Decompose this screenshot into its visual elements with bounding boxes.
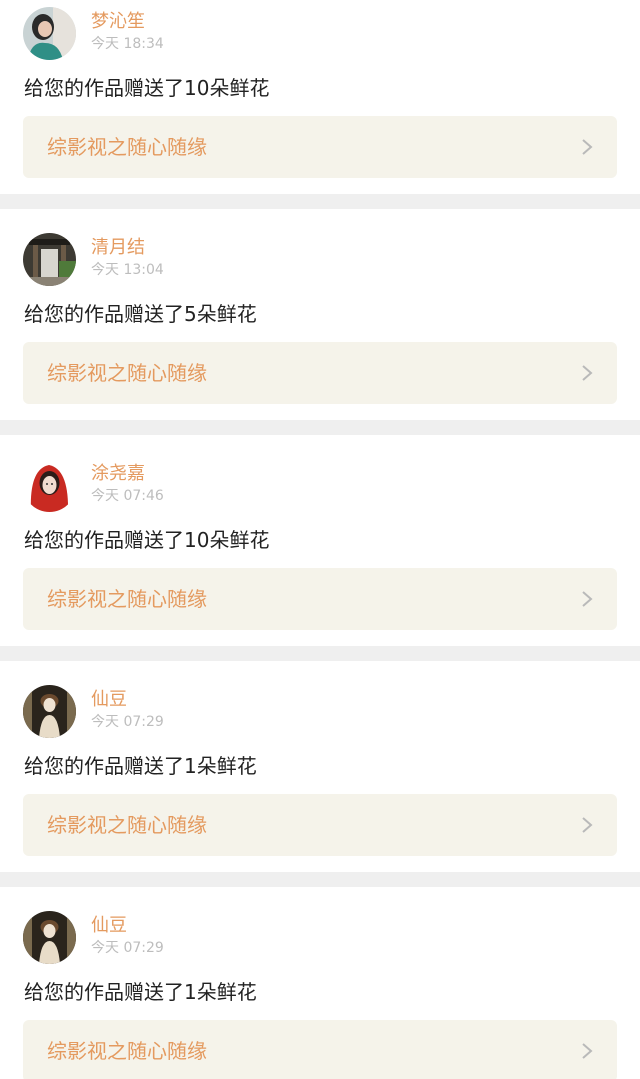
list-item: 仙豆 今天 07:29 给您的作品赠送了1朵鲜花 综影视之随心随缘 (0, 661, 640, 872)
username[interactable]: 仙豆 (91, 689, 127, 711)
list-item: 仙豆 今天 07:29 给您的作品赠送了1朵鲜花 综影视之随心随缘 (0, 887, 640, 1079)
username[interactable]: 梦沁笙 (91, 11, 145, 33)
avatar-red-hood-icon (23, 459, 76, 512)
avatar-girl-teal-icon (23, 7, 76, 60)
avatar[interactable] (23, 233, 76, 286)
work-title: 综影视之随心随缘 (47, 135, 207, 159)
timestamp: 今天 07:29 (91, 940, 164, 956)
work-link-card[interactable]: 综影视之随心随缘 (23, 342, 617, 404)
list-item: 涂尧嘉 今天 07:46 给您的作品赠送了10朵鲜花 综影视之随心随缘 (0, 435, 640, 646)
username[interactable]: 仙豆 (91, 915, 127, 937)
avatar-gate-scene-icon (23, 233, 76, 286)
username[interactable]: 清月结 (91, 237, 145, 259)
list-item: 清月结 今天 13:04 给您的作品赠送了5朵鲜花 综影视之随心随缘 (0, 209, 640, 420)
gift-message: 给您的作品赠送了10朵鲜花 (24, 76, 270, 100)
timestamp: 今天 07:46 (91, 488, 164, 504)
timestamp: 今天 13:04 (91, 262, 164, 278)
avatar[interactable] (23, 7, 76, 60)
timestamp: 今天 18:34 (91, 36, 164, 52)
work-title: 综影视之随心随缘 (47, 1039, 207, 1063)
avatar[interactable] (23, 459, 76, 512)
avatar[interactable] (23, 685, 76, 738)
avatar-doll-icon (23, 911, 76, 964)
chevron-right-icon (582, 365, 593, 381)
gift-message: 给您的作品赠送了10朵鲜花 (24, 528, 270, 552)
avatar-doll-icon (23, 685, 76, 738)
work-link-card[interactable]: 综影视之随心随缘 (23, 116, 617, 178)
gift-message: 给您的作品赠送了5朵鲜花 (24, 302, 257, 326)
chevron-right-icon (582, 139, 593, 155)
chevron-right-icon (582, 817, 593, 833)
gift-message: 给您的作品赠送了1朵鲜花 (24, 754, 257, 778)
gift-message: 给您的作品赠送了1朵鲜花 (24, 980, 257, 1004)
work-link-card[interactable]: 综影视之随心随缘 (23, 794, 617, 856)
avatar[interactable] (23, 911, 76, 964)
username[interactable]: 涂尧嘉 (91, 463, 145, 485)
chevron-right-icon (582, 591, 593, 607)
work-title: 综影视之随心随缘 (47, 813, 207, 837)
work-title: 综影视之随心随缘 (47, 587, 207, 611)
work-link-card[interactable]: 综影视之随心随缘 (23, 568, 617, 630)
chevron-right-icon (582, 1043, 593, 1059)
work-title: 综影视之随心随缘 (47, 361, 207, 385)
gift-notification-feed: 梦沁笙 今天 18:34 给您的作品赠送了10朵鲜花 综影视之随心随缘 清月结 … (0, 0, 640, 1079)
list-item: 梦沁笙 今天 18:34 给您的作品赠送了10朵鲜花 综影视之随心随缘 (0, 0, 640, 194)
timestamp: 今天 07:29 (91, 714, 164, 730)
work-link-card[interactable]: 综影视之随心随缘 (23, 1020, 617, 1079)
